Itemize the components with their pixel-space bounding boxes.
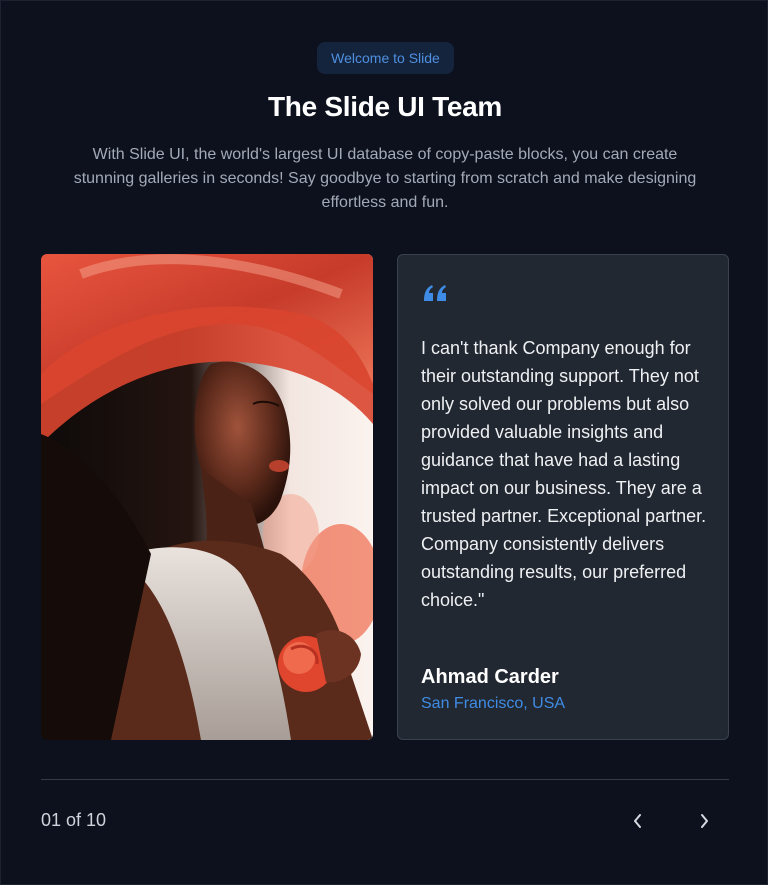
testimonial-quote: I can't thank Company enough for their o… — [421, 338, 707, 610]
chevron-left-icon — [634, 814, 641, 828]
testimonial-author: Ahmad Carder — [421, 666, 559, 688]
page-subtitle: With Slide UI, the world's largest UI da… — [73, 146, 697, 211]
testimonial-slider: Welcome to Slide The Slide UI Team With … — [0, 0, 768, 885]
divider — [41, 779, 729, 780]
quote-icon — [424, 285, 446, 301]
testimonial-photo — [41, 254, 373, 740]
previous-slide-button[interactable] — [621, 804, 655, 838]
testimonial-location: San Francisco, USA — [421, 695, 566, 712]
welcome-badge: Welcome to Slide — [317, 42, 454, 74]
testimonial-card: I can't thank Company enough for their o… — [397, 254, 729, 740]
chevron-right-icon — [701, 814, 708, 828]
slide-counter: 01 of 10 — [41, 810, 107, 830]
page-title: The Slide UI Team — [268, 91, 502, 122]
next-slide-button[interactable] — [687, 804, 721, 838]
